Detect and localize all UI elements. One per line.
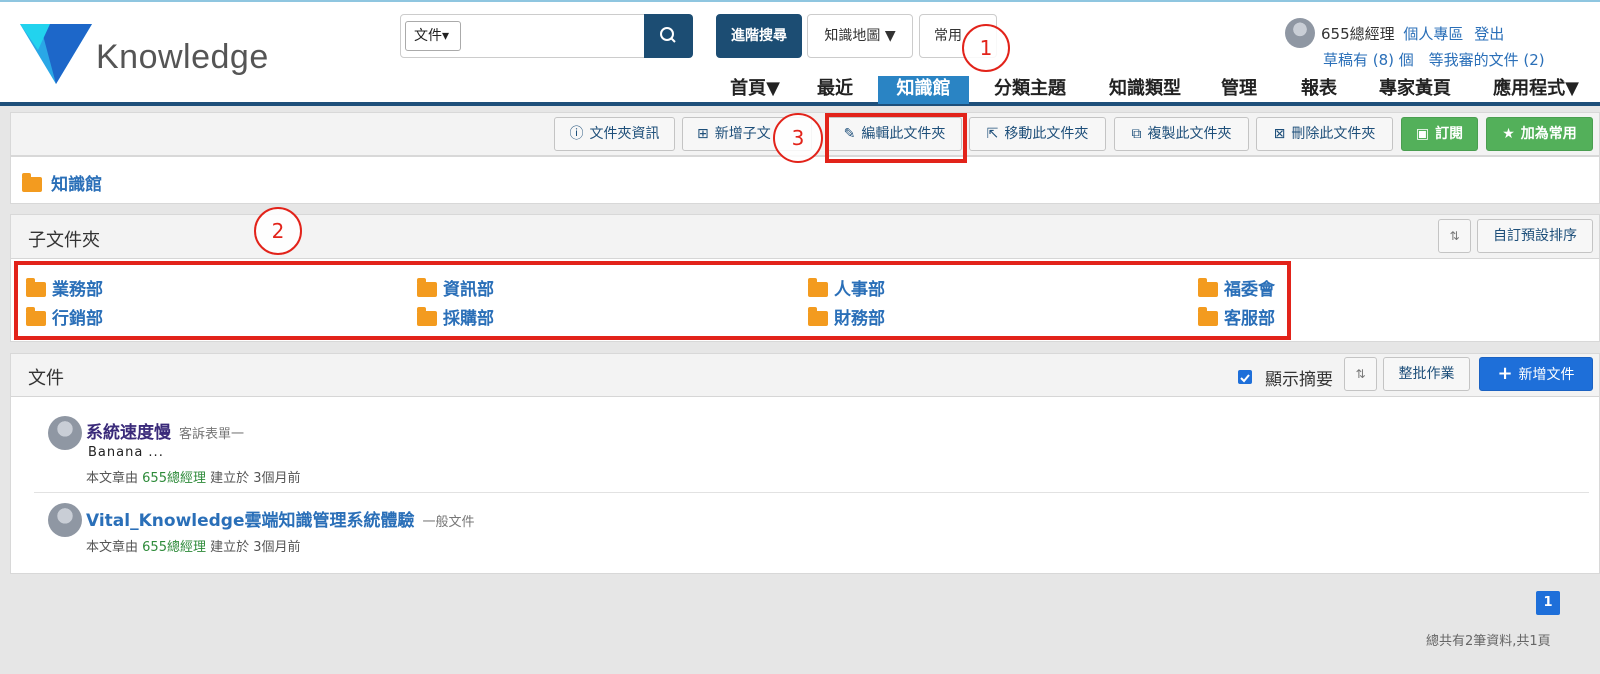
copy-folder-button[interactable]: ⧉ 複製此文件夾 [1114, 117, 1249, 151]
copy-folder-label: 複製此文件夾 [1147, 126, 1232, 142]
nav-reports[interactable]: 報表 [1294, 76, 1344, 104]
document-summary: Banana ... [88, 445, 164, 460]
meta-prefix: 本文章由 [86, 540, 139, 555]
nav-recent[interactable]: 最近 [810, 76, 860, 104]
plus-icon: + [1497, 363, 1513, 384]
batch-button[interactable]: 整批作業 [1383, 357, 1470, 391]
logo-text: Knowledge [96, 38, 269, 76]
sort-icon: ⇅ [1449, 229, 1460, 243]
folder-info-label: 文件夾資訊 [589, 126, 660, 142]
drafts-link[interactable]: 草稿有 (8) 個 [1323, 51, 1414, 69]
nav-knowledge-types[interactable]: 知識類型 [1100, 76, 1190, 104]
folder-icon [22, 173, 42, 192]
annotation-marker-1: 1 [962, 24, 1010, 72]
doc-sort-toggle-button[interactable]: ⇅ [1344, 357, 1377, 391]
custom-sort-button[interactable]: 自訂預設排序 [1477, 219, 1593, 253]
subscribe-label: 訂閱 [1435, 126, 1464, 142]
document-author-avatar [48, 416, 82, 450]
knowledge-map-button[interactable]: 知識地圖 ▼ [807, 14, 913, 58]
documents-title: 文件 [28, 368, 64, 389]
meta-suffix: 建立於 3個月前 [210, 471, 301, 486]
header-divider [0, 102, 1600, 106]
new-subfolder-label: 新增子文 [714, 126, 771, 142]
nav-home[interactable]: 首頁▼ [720, 76, 790, 104]
document-meta: 本文章由 655總經理 建立於 3個月前 [86, 467, 301, 486]
move-icon: ⇱ [986, 126, 999, 142]
pagination-summary: 總共有2筆資料,共1頁 [1426, 634, 1551, 649]
document-item[interactable]: Vital_Knowledge雲端知識管理系統體驗 一般文件 [86, 506, 475, 531]
new-document-button[interactable]: + 新增文件 [1479, 357, 1593, 391]
folder-plus-icon: ⊞ [697, 126, 709, 142]
logout-link[interactable]: 登出 [1474, 25, 1504, 43]
document-title[interactable]: 系統速度慢 [86, 423, 171, 443]
page-1-button[interactable]: 1 [1536, 591, 1560, 615]
logo-icon[interactable] [20, 22, 92, 86]
document-title[interactable]: Vital_Knowledge雲端知識管理系統體驗 [86, 511, 415, 531]
user-status: 草稿有 (8) 個 等我審的文件 (2) [1323, 49, 1545, 70]
move-folder-label: 移動此文件夾 [1004, 126, 1089, 142]
add-common-button[interactable]: ★ 加為常用 [1486, 117, 1593, 151]
delete-folder-label: 刪除此文件夾 [1291, 126, 1376, 142]
copy-icon: ⧉ [1131, 126, 1142, 142]
show-summary-checkbox[interactable] [1238, 370, 1252, 384]
annotation-highlight-subfolders [14, 261, 1291, 340]
folder-info-button[interactable]: ⓘ 文件夾資訊 [554, 117, 675, 151]
subfolders-header [11, 215, 1599, 259]
document-item[interactable]: 系統速度慢 客訴表單一 [86, 418, 244, 443]
search-scope-select[interactable]: 文件▾ [405, 21, 461, 51]
document-type: 客訴表單一 [179, 427, 245, 442]
sort-toggle-button[interactable]: ⇅ [1438, 219, 1471, 253]
search-icon [660, 27, 676, 43]
sort-icon: ⇅ [1355, 367, 1366, 381]
user-avatar[interactable] [1285, 18, 1315, 48]
subscribe-icon: ▣ [1415, 126, 1430, 142]
document-author[interactable]: 655總經理 [142, 540, 206, 555]
subfolders-title: 子文件夾 [28, 230, 100, 251]
user-name: 655總經理 [1321, 25, 1395, 43]
nav-admin[interactable]: 管理 [1214, 76, 1264, 104]
document-type: 一般文件 [422, 515, 475, 530]
delete-folder-button[interactable]: ⊠ 刪除此文件夾 [1256, 117, 1393, 151]
review-link[interactable]: 等我審的文件 (2) [1429, 51, 1545, 69]
folder-delete-icon: ⊠ [1273, 126, 1286, 142]
annotation-highlight-edit [825, 113, 967, 163]
annotation-marker-2: 2 [254, 207, 302, 255]
new-document-label: 新增文件 [1518, 367, 1575, 383]
search-button[interactable] [644, 14, 693, 58]
add-common-label: 加為常用 [1520, 126, 1577, 142]
info-icon: ⓘ [569, 126, 584, 142]
document-author[interactable]: 655總經理 [142, 471, 206, 486]
breadcrumb-knowledge-hall[interactable]: 知識館 [51, 175, 102, 195]
check-icon [1240, 374, 1250, 383]
subscribe-button[interactable]: ▣ 訂閱 [1401, 117, 1478, 151]
document-author-avatar [48, 503, 82, 537]
meta-prefix: 本文章由 [86, 471, 139, 486]
show-summary-label: 顯示摘要 [1265, 370, 1333, 390]
nav-knowledge-hall[interactable]: 知識館 [878, 76, 969, 104]
document-divider [34, 492, 1589, 493]
breadcrumb[interactable]: 知識館 [22, 170, 102, 195]
document-meta: 本文章由 655總經理 建立於 3個月前 [86, 536, 301, 555]
annotation-marker-3: 3 [773, 113, 823, 163]
personal-area-link[interactable]: 個人專區 [1403, 25, 1463, 43]
user-info: 655總經理 個人專區 登出 [1321, 23, 1504, 44]
nav-apps[interactable]: 應用程式▼ [1486, 76, 1586, 104]
star-icon: ★ [1502, 126, 1515, 142]
nav-topics[interactable]: 分類主題 [985, 76, 1075, 104]
nav-experts[interactable]: 專家黃頁 [1370, 76, 1460, 104]
breadcrumb-panel [10, 156, 1600, 204]
meta-suffix: 建立於 3個月前 [210, 540, 301, 555]
advanced-search-button[interactable]: 進階搜尋 [716, 14, 802, 58]
move-folder-button[interactable]: ⇱ 移動此文件夾 [969, 117, 1106, 151]
